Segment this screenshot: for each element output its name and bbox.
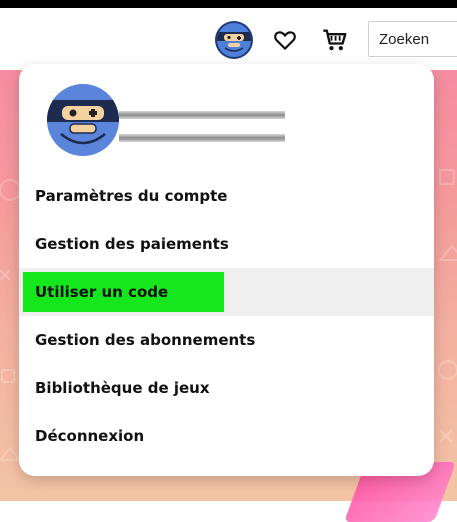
menu-item-label: Utiliser un code — [35, 283, 169, 301]
menu-item-subscription-management[interactable]: Gestion des abonnements — [19, 316, 434, 364]
menu-item-label: Paramètres du compte — [35, 187, 228, 205]
account-dropdown-menu: Paramètres du compte Gestion des paiemen… — [19, 64, 434, 476]
menu-item-label: Déconnexion — [35, 427, 145, 445]
menu-item-sign-out[interactable]: Déconnexion — [19, 412, 434, 460]
email-redacted — [119, 134, 285, 142]
menu-item-game-library[interactable]: Bibliothèque de jeux — [19, 364, 434, 412]
menu-item-account-settings[interactable]: Paramètres du compte — [19, 172, 434, 220]
menu-item-label: Bibliothèque de jeux — [35, 379, 210, 397]
cart-icon — [323, 29, 347, 51]
menu-item-label: Gestion des abonnements — [35, 331, 256, 349]
profile-avatar — [47, 84, 119, 156]
heart-icon — [274, 31, 296, 50]
username-redacted — [119, 111, 285, 119]
robot-avatar-icon[interactable] — [217, 23, 251, 57]
menu-item-payment-management[interactable]: Gestion des paiements — [19, 220, 434, 268]
wishlist-button[interactable] — [270, 25, 300, 55]
cart-button[interactable] — [320, 25, 350, 55]
top-strip — [0, 0, 457, 8]
menu-item-label: Gestion des paiements — [35, 235, 229, 253]
menu-item-redeem-code[interactable]: Utiliser un code — [19, 268, 434, 316]
search-input[interactable] — [368, 21, 457, 57]
